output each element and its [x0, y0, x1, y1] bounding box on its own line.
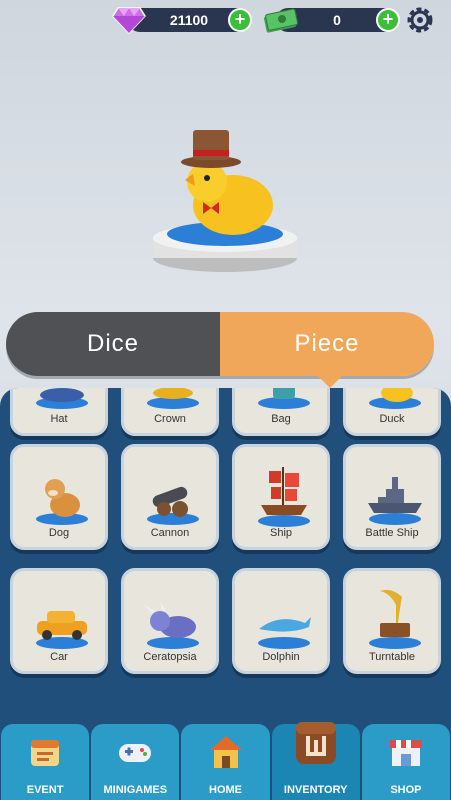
nav-inventory[interactable]: INVENTORY — [271, 722, 360, 800]
gamepad-icon — [119, 744, 152, 762]
piece-card-duck[interactable]: Duck — [343, 388, 441, 436]
inventory-panel: Hat Crown Bag Duck Dog Cannon Ship Battl… — [0, 388, 451, 728]
card-label: Crown — [154, 413, 186, 425]
cash-count: 0 — [333, 12, 341, 28]
tab-piece-label: Piece — [294, 330, 360, 357]
card-label: Duck — [379, 413, 405, 425]
piece-card-ship[interactable]: Ship — [232, 444, 330, 550]
tab-piece[interactable]: Piece — [220, 312, 434, 388]
card-label: Bag — [271, 413, 291, 425]
bag-piece-icon — [258, 388, 310, 409]
nav-minigames[interactable]: MINIGAMES — [91, 724, 180, 800]
piece-card-bag[interactable]: Bag — [232, 388, 330, 436]
card-label: Battle Ship — [365, 527, 419, 539]
piece-card-cannon[interactable]: Cannon — [121, 444, 219, 550]
duck-piece-icon — [369, 388, 421, 409]
gem-count: 21100 — [169, 12, 209, 28]
crown-piece-icon — [147, 388, 199, 409]
cannon-piece-icon — [147, 486, 199, 525]
piece-card-ceratopsia[interactable]: Ceratopsia — [121, 568, 219, 674]
gem-icon — [112, 7, 146, 34]
card-label: Hat — [50, 413, 68, 425]
nav-minigames-label: MINIGAMES — [103, 784, 168, 796]
nav-home[interactable]: HOME — [181, 724, 270, 800]
piece-card-battle-ship[interactable]: Battle Ship — [343, 444, 441, 550]
selected-piece-preview — [153, 130, 297, 272]
piece-card-dolphin[interactable]: Dolphin — [232, 568, 330, 674]
nav-event-label: EVENT — [26, 784, 64, 796]
calendar-icon — [31, 740, 60, 766]
piece-card-turntable[interactable]: Turntable — [343, 568, 441, 674]
piece-card-dog[interactable]: Dog — [10, 444, 108, 550]
piece-card-crown[interactable]: Crown — [121, 388, 219, 436]
house-icon — [209, 736, 242, 768]
piece-card-car[interactable]: Car — [10, 568, 108, 674]
card-label: Turntable — [368, 651, 416, 663]
card-label: Car — [50, 651, 68, 663]
nav-shop[interactable]: SHOP — [361, 724, 451, 800]
bottom-nav: EVENT MINIGAMES HOME INVENTORY SHOP — [0, 722, 451, 800]
piece-card-hat[interactable]: Hat — [10, 388, 108, 436]
hat-piece-icon — [36, 388, 88, 409]
tab-dice-label: Dice — [86, 330, 139, 357]
nav-shop-label: SHOP — [390, 784, 422, 796]
add-cash-button[interactable]: + — [376, 8, 400, 32]
ceratopsia-piece-icon — [144, 601, 199, 649]
nav-home-label: HOME — [209, 784, 242, 796]
card-label: Dog — [48, 527, 70, 539]
dice-piece-toggle: Dice Piece — [6, 312, 434, 388]
chest-icon — [295, 722, 336, 764]
card-label: Dolphin — [262, 651, 300, 663]
gear-icon[interactable] — [405, 5, 435, 35]
cash-icon — [264, 8, 298, 33]
turntable-piece-icon — [369, 589, 421, 649]
car-piece-icon — [36, 611, 88, 649]
card-label: Ship — [269, 527, 293, 539]
card-label: Cannon — [150, 527, 190, 539]
nav-inventory-label: INVENTORY — [283, 784, 348, 796]
ship-piece-icon — [258, 467, 310, 527]
add-gems-button[interactable]: + — [228, 8, 252, 32]
tab-dice[interactable]: Dice — [6, 312, 220, 376]
dolphin-piece-icon — [258, 617, 311, 649]
battle-ship-piece-icon — [368, 477, 422, 525]
card-label: Ceratopsia — [143, 651, 197, 663]
nav-event[interactable]: EVENT — [1, 724, 90, 800]
dog-piece-icon — [36, 479, 88, 525]
shop-icon — [389, 740, 422, 766]
